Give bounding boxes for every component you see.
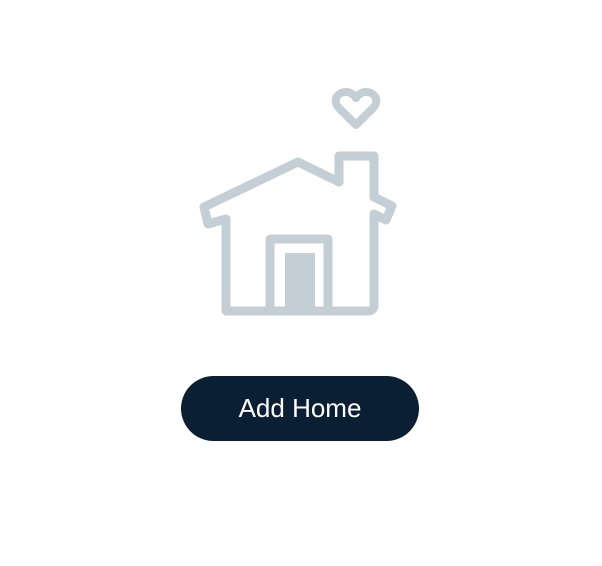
empty-state: Add Home: [0, 0, 602, 566]
add-home-button[interactable]: Add Home: [181, 376, 419, 441]
house-with-heart-icon: [199, 88, 397, 316]
